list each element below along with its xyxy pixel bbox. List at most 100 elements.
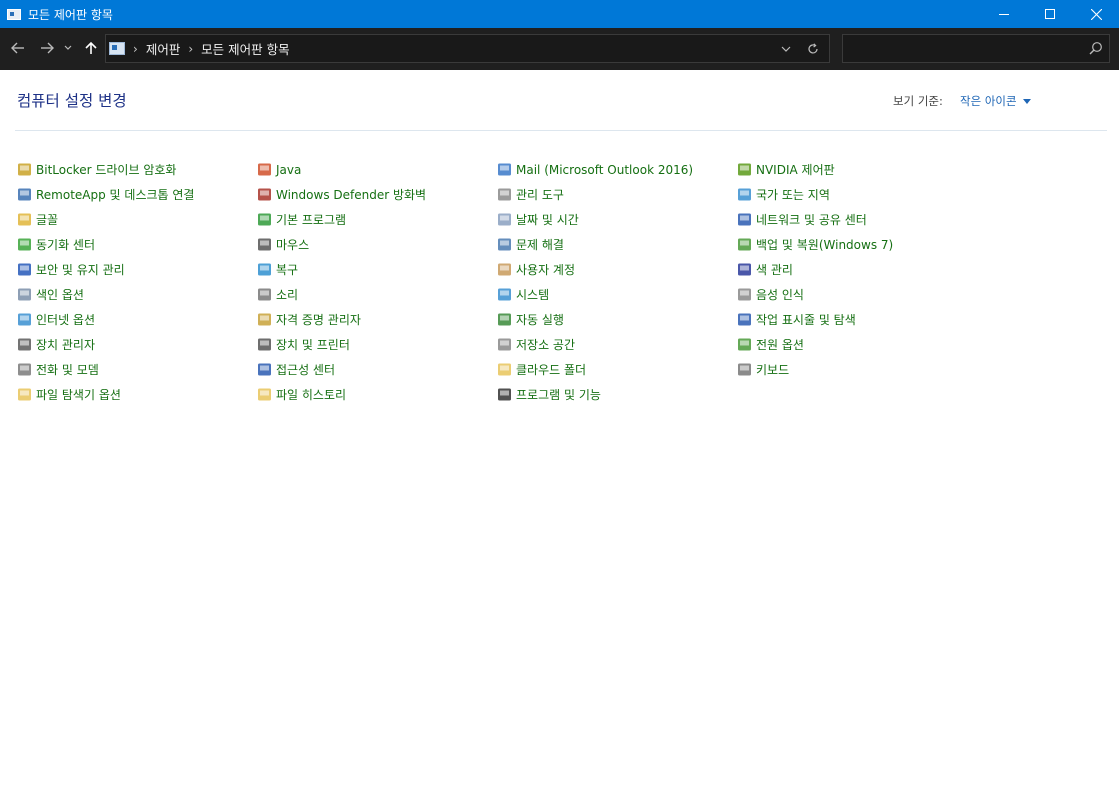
control-panel-item[interactable]: 국가 또는 지역 xyxy=(736,182,976,207)
item-label[interactable]: 인터넷 옵션 xyxy=(36,311,95,328)
item-label[interactable]: 파일 탐색기 옵션 xyxy=(36,386,121,403)
item-label[interactable]: 저장소 공간 xyxy=(516,336,575,353)
control-panel-item[interactable]: 작업 표시줄 및 탐색 xyxy=(736,307,976,332)
item-label[interactable]: 전원 옵션 xyxy=(756,336,804,353)
item-label[interactable]: 작업 표시줄 및 탐색 xyxy=(756,311,856,328)
control-panel-item[interactable]: Java xyxy=(256,157,496,182)
control-panel-item[interactable]: 마우스 xyxy=(256,232,496,257)
breadcrumb-separator-icon[interactable]: › xyxy=(133,42,138,56)
item-label[interactable]: 자격 증명 관리자 xyxy=(276,311,361,328)
control-panel-item[interactable]: 접근성 센터 xyxy=(256,357,496,382)
item-label[interactable]: 장치 및 프린터 xyxy=(276,336,350,353)
item-label[interactable]: 관리 도구 xyxy=(516,186,564,203)
item-label[interactable]: 시스템 xyxy=(516,286,549,303)
maximize-button[interactable] xyxy=(1027,0,1073,28)
control-panel-item[interactable]: NVIDIA 제어판 xyxy=(736,157,976,182)
view-by-value[interactable]: 작은 아이콘 xyxy=(960,93,1017,109)
item-label[interactable]: 마우스 xyxy=(276,236,309,253)
item-label[interactable]: 백업 및 복원(Windows 7) xyxy=(756,236,893,253)
control-panel-item[interactable]: Mail (Microsoft Outlook 2016) xyxy=(496,157,736,182)
item-label[interactable]: 전화 및 모뎀 xyxy=(36,361,99,378)
item-label[interactable]: 네트워크 및 공유 센터 xyxy=(756,211,867,228)
control-panel-item[interactable]: 파일 히스토리 xyxy=(256,382,496,407)
control-panel-item[interactable]: 소리 xyxy=(256,282,496,307)
control-panel-item[interactable]: 키보드 xyxy=(736,357,976,382)
control-panel-item[interactable]: 백업 및 복원(Windows 7) xyxy=(736,232,976,257)
item-label[interactable]: BitLocker 드라이브 암호화 xyxy=(36,161,176,178)
view-by-dropdown[interactable]: 작은 아이콘 xyxy=(960,93,1031,109)
control-panel-item[interactable]: 네트워크 및 공유 센터 xyxy=(736,207,976,232)
recent-locations-button[interactable] xyxy=(61,38,75,58)
breadcrumb-all-items[interactable]: 모든 제어판 항목 xyxy=(201,39,289,58)
control-panel-item[interactable]: 저장소 공간 xyxy=(496,332,736,357)
control-panel-item[interactable]: 전화 및 모뎀 xyxy=(16,357,256,382)
item-label[interactable]: 보안 및 유지 관리 xyxy=(36,261,125,278)
item-label[interactable]: 키보드 xyxy=(756,361,789,378)
control-panel-item[interactable]: 프로그램 및 기능 xyxy=(496,382,736,407)
control-panel-item[interactable]: Windows Defender 방화벽 xyxy=(256,182,496,207)
close-button[interactable] xyxy=(1073,0,1119,28)
item-label[interactable]: 기본 프로그램 xyxy=(276,211,346,228)
control-panel-item[interactable]: 관리 도구 xyxy=(496,182,736,207)
control-panel-item[interactable]: 음성 인식 xyxy=(736,282,976,307)
item-label[interactable]: 프로그램 및 기능 xyxy=(516,386,601,403)
chevron-down-icon[interactable] xyxy=(1022,98,1031,104)
item-label[interactable]: 음성 인식 xyxy=(756,286,804,303)
item-label[interactable]: 파일 히스토리 xyxy=(276,386,346,403)
item-label[interactable]: Windows Defender 방화벽 xyxy=(276,186,426,203)
control-panel-item[interactable]: 동기화 센터 xyxy=(16,232,256,257)
control-panel-item[interactable]: 자격 증명 관리자 xyxy=(256,307,496,332)
item-label[interactable]: 자동 실행 xyxy=(516,311,564,328)
item-label[interactable]: 날짜 및 시간 xyxy=(516,211,579,228)
item-label[interactable]: 동기화 센터 xyxy=(36,236,95,253)
control-panel-item[interactable]: 문제 해결 xyxy=(496,232,736,257)
item-label[interactable]: 문제 해결 xyxy=(516,236,564,253)
item-label[interactable]: Java xyxy=(276,163,301,177)
item-label[interactable]: RemoteApp 및 데스크톱 연결 xyxy=(36,186,194,203)
chevron-down-icon xyxy=(64,45,72,50)
control-panel-item[interactable]: 기본 프로그램 xyxy=(256,207,496,232)
control-panel-item[interactable]: 인터넷 옵션 xyxy=(16,307,256,332)
back-button[interactable] xyxy=(8,38,28,58)
breadcrumb-separator-icon[interactable]: › xyxy=(188,42,193,56)
control-panel-item[interactable]: 색 관리 xyxy=(736,257,976,282)
item-label[interactable]: NVIDIA 제어판 xyxy=(756,161,835,178)
control-panel-item[interactable]: 장치 및 프린터 xyxy=(256,332,496,357)
up-button[interactable] xyxy=(81,38,101,58)
item-label[interactable]: 사용자 계정 xyxy=(516,261,575,278)
forward-button[interactable] xyxy=(37,38,57,58)
address-bar[interactable]: › 제어판 › 모든 제어판 항목 xyxy=(105,34,830,63)
item-label[interactable]: 국가 또는 지역 xyxy=(756,186,830,203)
item-label[interactable]: 복구 xyxy=(276,261,298,278)
control-panel-item[interactable]: BitLocker 드라이브 암호화 xyxy=(16,157,256,182)
breadcrumb-control-panel[interactable]: 제어판 xyxy=(146,39,181,58)
item-label[interactable]: Mail (Microsoft Outlook 2016) xyxy=(516,163,693,177)
item-label[interactable]: 장치 관리자 xyxy=(36,336,95,353)
control-panel-item[interactable]: 파일 탐색기 옵션 xyxy=(16,382,256,407)
item-label[interactable]: 색 관리 xyxy=(756,261,793,278)
control-panel-item[interactable]: 색인 옵션 xyxy=(16,282,256,307)
refresh-button[interactable] xyxy=(797,35,829,62)
backup-restore-icon xyxy=(736,237,752,253)
control-panel-item[interactable]: 전원 옵션 xyxy=(736,332,976,357)
search-box[interactable] xyxy=(842,34,1110,63)
item-label[interactable]: 소리 xyxy=(276,286,298,303)
control-panel-item[interactable]: 시스템 xyxy=(496,282,736,307)
internet-options-icon xyxy=(16,312,32,328)
item-label[interactable]: 색인 옵션 xyxy=(36,286,84,303)
item-label[interactable]: 접근성 센터 xyxy=(276,361,335,378)
item-label[interactable]: 글꼴 xyxy=(36,211,58,228)
control-panel-item[interactable]: 글꼴 xyxy=(16,207,256,232)
item-label[interactable]: 클라우드 폴더 xyxy=(516,361,586,378)
control-panel-item[interactable]: 자동 실행 xyxy=(496,307,736,332)
control-panel-item[interactable]: 클라우드 폴더 xyxy=(496,357,736,382)
address-dropdown-button[interactable] xyxy=(775,35,797,62)
control-panel-item[interactable]: 사용자 계정 xyxy=(496,257,736,282)
search-input[interactable] xyxy=(849,39,1081,58)
minimize-button[interactable] xyxy=(981,0,1027,28)
control-panel-item[interactable]: 날짜 및 시간 xyxy=(496,207,736,232)
control-panel-item[interactable]: RemoteApp 및 데스크톱 연결 xyxy=(16,182,256,207)
control-panel-item[interactable]: 복구 xyxy=(256,257,496,282)
control-panel-item[interactable]: 장치 관리자 xyxy=(16,332,256,357)
control-panel-item[interactable]: 보안 및 유지 관리 xyxy=(16,257,256,282)
